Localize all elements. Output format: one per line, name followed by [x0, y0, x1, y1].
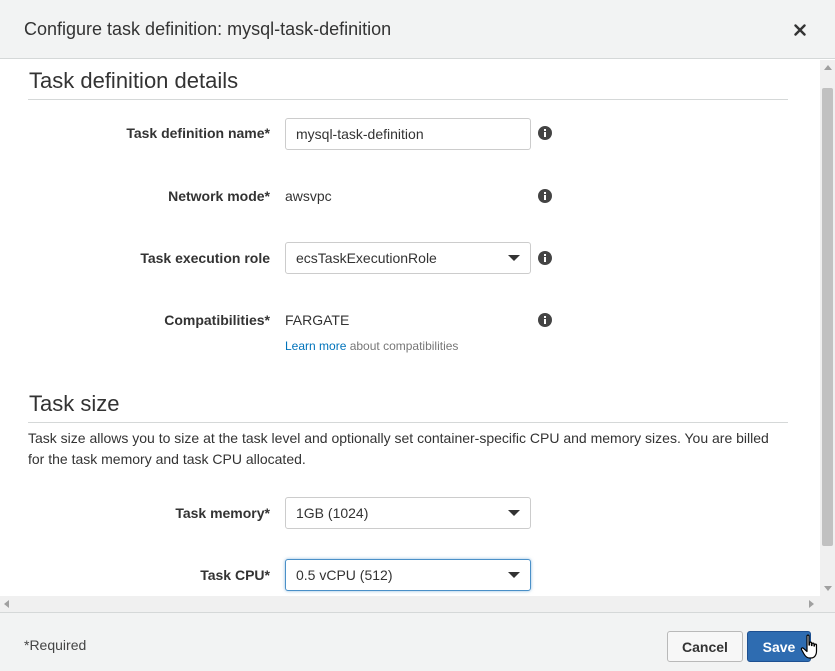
required-note: *Required	[24, 637, 87, 653]
task-cpu-select[interactable]: 0.5 vCPU (512)	[285, 559, 531, 591]
horizontal-scrollbar[interactable]	[0, 596, 820, 612]
info-icon[interactable]	[538, 313, 552, 327]
info-icon[interactable]	[538, 251, 552, 265]
task-execution-role-value: ecsTaskExecutionRole	[296, 250, 437, 266]
task-memory-value: 1GB (1024)	[296, 505, 369, 521]
chevron-down-icon	[508, 255, 520, 261]
vertical-scrollbar[interactable]	[820, 60, 835, 596]
learn-more-link[interactable]: Learn more	[285, 339, 346, 353]
info-icon[interactable]	[538, 189, 552, 203]
section-title-task-size: Task size	[29, 391, 120, 416]
task-cpu-value: 0.5 vCPU (512)	[296, 567, 393, 583]
scroll-left-arrow-icon[interactable]	[4, 600, 9, 608]
scroll-right-arrow-icon[interactable]	[809, 600, 814, 608]
chevron-down-icon	[508, 510, 520, 516]
section-divider	[28, 99, 788, 100]
modal-body: Task definition details Task definition …	[0, 60, 835, 612]
scroll-up-arrow-icon[interactable]	[824, 65, 832, 70]
task-execution-role-select[interactable]: ecsTaskExecutionRole	[285, 242, 531, 274]
network-mode-value: awsvpc	[285, 188, 332, 204]
section-title-details: Task definition details	[29, 68, 239, 93]
info-icon[interactable]	[538, 126, 552, 140]
modal-footer: *Required Cancel Save	[0, 612, 835, 671]
scrollbar-thumb[interactable]	[822, 88, 833, 546]
modal-title: Configure task definition: mysql-task-de…	[24, 19, 392, 39]
cancel-button[interactable]: Cancel	[667, 631, 743, 662]
learn-more-suffix: about compatibilities	[346, 339, 459, 353]
close-button[interactable]	[789, 19, 811, 41]
task-size-description: Task size allows you to size at the task…	[28, 430, 769, 467]
close-icon	[794, 24, 806, 36]
save-button[interactable]: Save	[747, 631, 811, 662]
scroll-down-arrow-icon[interactable]	[824, 586, 832, 591]
task-memory-select[interactable]: 1GB (1024)	[285, 497, 531, 529]
section-divider	[28, 422, 788, 423]
compatibilities-value: FARGATE	[285, 312, 350, 328]
scrollbar-corner	[820, 596, 835, 612]
chevron-down-icon	[508, 572, 520, 578]
task-definition-name-input[interactable]	[285, 118, 531, 150]
modal-header: Configure task definition: mysql-task-de…	[0, 0, 835, 59]
compatibilities-help: Learn more about compatibilities	[285, 339, 458, 353]
